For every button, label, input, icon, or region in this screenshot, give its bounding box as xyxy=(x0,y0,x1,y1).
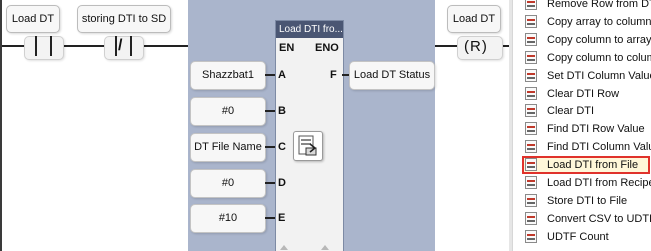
toolbox-item[interactable]: Load DTI from File xyxy=(522,156,650,175)
contact2-slash: / xyxy=(118,37,123,54)
left-power-rail xyxy=(0,0,2,251)
find-row-icon xyxy=(525,122,537,136)
contact1-tag[interactable]: Load DT xyxy=(6,5,60,33)
ladder-editor[interactable]: Load DT storing DTI to SD / Shazzbat1 #0… xyxy=(0,0,511,251)
input-e-value[interactable]: #10 xyxy=(190,204,266,233)
pin-d-label: D xyxy=(278,177,286,189)
remove-row-icon xyxy=(525,0,537,10)
copy-column-column-icon xyxy=(525,50,537,64)
toolbox-item[interactable]: Find DTI Row Value xyxy=(513,120,651,138)
toolbox-item-label: UDTF Count xyxy=(547,230,609,243)
input-a-value[interactable]: Shazzbat1 xyxy=(190,61,266,90)
pin-b-wire xyxy=(265,110,275,112)
toolbox-item-label: Set DTI Column Value xyxy=(547,69,651,82)
toolbox-item-label: Load DTI from File xyxy=(547,159,639,172)
convert-csv-icon xyxy=(525,211,537,225)
toolbox-item-label: Load DTI from Recipe xyxy=(547,177,651,189)
toolbox-item[interactable]: Clear DTI xyxy=(513,102,651,120)
pin-d-wire xyxy=(265,182,275,184)
contact2-tag[interactable]: storing DTI to SD xyxy=(77,5,171,33)
toolbox-item[interactable]: Set DTI Column Value xyxy=(513,67,651,85)
toolbox-panel: Remove Row from DTI Copy array to column C… xyxy=(512,0,651,251)
contact1-left-bar xyxy=(35,36,37,56)
pin-e-label: E xyxy=(278,212,286,224)
toolbox-item-label: Find DTI Row Value xyxy=(547,123,645,136)
pin-e-wire xyxy=(265,217,275,219)
contact1-right-bar xyxy=(50,36,52,56)
clear-row-icon xyxy=(525,86,537,100)
toolbox-item-label: Copy column to array xyxy=(547,33,651,46)
set-column-icon xyxy=(525,68,537,82)
toolbox-item[interactable]: Copy column to column xyxy=(513,49,651,67)
pin-a-label: A xyxy=(278,69,286,81)
copy-column-array-icon xyxy=(525,32,537,46)
pin-c-wire xyxy=(265,146,275,148)
contact2-plate[interactable] xyxy=(104,36,144,60)
udtf-count-icon xyxy=(525,229,537,243)
toolbox-item[interactable]: Copy array to column xyxy=(513,13,651,31)
scroll-up-left-icon[interactable] xyxy=(280,245,288,250)
contact1-plate[interactable] xyxy=(24,36,64,60)
pin-f-label: F xyxy=(330,69,337,81)
pin-c-label: C xyxy=(278,141,286,153)
toolbox-item-label: Remove Row from DTI xyxy=(547,0,651,10)
find-column-icon xyxy=(525,140,537,154)
output-f-value[interactable]: Load DT Status xyxy=(349,61,435,90)
toolbox-item-label: Find DTI Column Value xyxy=(547,141,651,154)
toolbox-item-label: Clear DTI xyxy=(547,105,595,118)
toolbox-item[interactable]: Store DTI to File xyxy=(513,192,651,210)
coil-symbol: (R) xyxy=(464,38,488,55)
load-file-icon xyxy=(525,158,537,172)
input-b-value[interactable]: #0 xyxy=(190,97,266,126)
input-d-value[interactable]: #0 xyxy=(190,169,266,198)
toolbox-item-label: Copy column to column xyxy=(547,51,651,64)
pin-b-label: B xyxy=(278,105,286,117)
load-recipe-icon xyxy=(525,176,537,189)
copy-array-icon xyxy=(525,14,537,28)
toolbox-item[interactable]: Clear DTI Row xyxy=(513,85,651,103)
toolbox-item-label: Copy array to column xyxy=(547,15,651,28)
clear-dti-icon xyxy=(525,104,537,118)
coil-tag[interactable]: Load DT xyxy=(447,5,501,33)
contact2-left-bar xyxy=(115,36,117,56)
contact2-right-bar xyxy=(130,36,132,56)
toolbox-item[interactable]: Copy column to array xyxy=(513,31,651,49)
function-block-title: Load DTI fro... xyxy=(276,21,343,38)
store-file-icon xyxy=(525,193,537,207)
scroll-up-right-icon[interactable] xyxy=(321,245,329,250)
eno-label: ENO xyxy=(315,42,339,54)
toolbox-item[interactable]: Find DTI Column Value xyxy=(513,138,651,156)
load-file-icon xyxy=(293,131,323,161)
toolbox-item[interactable]: Convert CSV to UDTF xyxy=(513,210,651,228)
toolbox-item[interactable]: Load DTI from Recipe xyxy=(513,174,651,192)
toolbox-item-label: Convert CSV to UDTF xyxy=(547,212,651,225)
pin-a-wire xyxy=(265,74,275,76)
toolbox-item-label: Store DTI to File xyxy=(547,194,628,207)
toolbox-item-label: Clear DTI Row xyxy=(547,87,620,100)
toolbox-item[interactable]: UDTF Count xyxy=(513,228,651,246)
input-c-value[interactable]: DT File Name xyxy=(190,133,266,162)
toolbox-item[interactable]: Remove Row from DTI xyxy=(513,0,651,13)
en-label: EN xyxy=(279,42,295,54)
